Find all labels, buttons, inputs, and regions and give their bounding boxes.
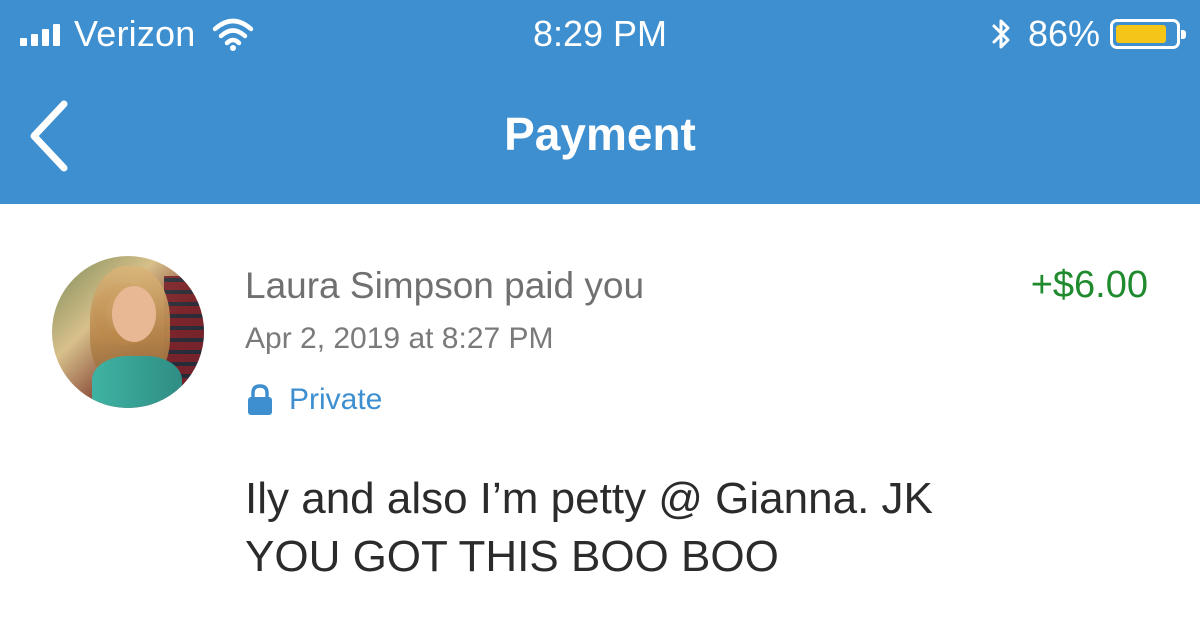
privacy-status[interactable]: Private	[245, 380, 382, 420]
avatar[interactable]	[52, 256, 204, 408]
payment-screen: Verizon 8:29 PM 86% Payment Laura Simpso…	[0, 0, 1200, 618]
battery-percent: 86%	[1027, 13, 1100, 54]
avatar-shirt	[92, 356, 182, 408]
note-line: YOU GOT THIS BOO BOO	[245, 532, 779, 581]
bluetooth-icon	[992, 19, 1010, 49]
transaction-date: Apr 2, 2019 at 8:27 PM	[245, 322, 554, 355]
note-line: Ily and also I’m petty @ Gianna. JK	[245, 474, 933, 523]
battery-icon	[1110, 19, 1186, 49]
privacy-label: Private	[289, 383, 383, 416]
status-bar: Verizon 8:29 PM 86%	[0, 0, 1200, 70]
battery-level-fill	[1116, 25, 1166, 43]
page-title: Payment	[504, 108, 696, 160]
battery-tip	[1181, 30, 1186, 39]
payment-detail: Laura Simpson paid you Apr 2, 2019 at 8:…	[0, 204, 1200, 618]
status-right: 86%	[988, 12, 1186, 56]
lock-icon	[248, 384, 272, 415]
nav-bar: Payment	[0, 70, 1200, 204]
avatar-face	[112, 286, 156, 342]
payment-note: Ily and also I’m petty @ Gianna. JK YOU …	[245, 470, 1145, 586]
payment-amount: +$6.00	[1030, 264, 1148, 306]
payer-text[interactable]: Laura Simpson paid you	[245, 264, 644, 308]
header: Verizon 8:29 PM 86% Payment	[0, 0, 1200, 204]
